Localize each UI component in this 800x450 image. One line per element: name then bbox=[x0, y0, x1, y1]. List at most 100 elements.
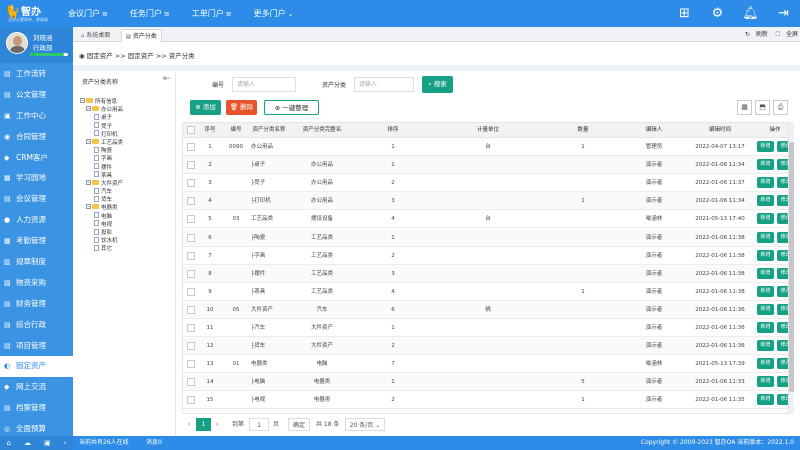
bell-icon[interactable]: 🔔︎ bbox=[734, 0, 767, 27]
fullscreen-button[interactable]: ⛶ 全屏 bbox=[776, 31, 798, 38]
table-row[interactable]: 16 ├投影电器类3 演示者2022-01-06 11:35新增修改 bbox=[183, 409, 788, 413]
expand-toggle-icon[interactable]: − bbox=[86, 138, 91, 144]
refresh-button[interactable]: ↻ 刷新 bbox=[745, 31, 768, 38]
table-row[interactable]: 8 ├摆件 工艺品类 3 演示者 2022-01-06 11:38 新增修改 bbox=[183, 264, 788, 283]
sidebar-item[interactable]: ▤ 工作流转 bbox=[0, 64, 73, 85]
row-checkbox[interactable] bbox=[187, 360, 195, 369]
row-add-button[interactable]: 新增 bbox=[757, 249, 774, 261]
tree-node[interactable]: 货车 bbox=[80, 195, 174, 204]
row-add-button[interactable]: 新增 bbox=[757, 340, 774, 352]
tab-desktop[interactable]: ⌂ 系统桌面 bbox=[77, 29, 114, 42]
sidebar-item[interactable]: ▤ 财务管理 bbox=[0, 294, 73, 315]
logout-icon[interactable]: ⇥ bbox=[767, 0, 800, 27]
sidebar-item[interactable]: ▤ 项目管理 bbox=[0, 336, 73, 357]
top-nav-item[interactable]: 会议门户 ≡ bbox=[68, 0, 108, 27]
row-add-button[interactable]: 新增 bbox=[757, 195, 774, 207]
tree-node[interactable]: − 所有信息 bbox=[80, 98, 174, 106]
per-page-select[interactable]: 20 条/页 ⌄ bbox=[345, 418, 385, 431]
sidebar-item[interactable]: ▦ 考勤管理 bbox=[0, 231, 73, 252]
home-icon[interactable]: ⌂ bbox=[7, 436, 11, 450]
table-row[interactable]: 1 0090 办公用品 1 台 1 管理员 2022-04-07 13:17 新增修改 bbox=[183, 138, 788, 157]
row-checkbox[interactable] bbox=[187, 143, 195, 151]
row-add-button[interactable]: 新增 bbox=[757, 303, 774, 315]
expand-toggle-icon[interactable]: − bbox=[86, 204, 91, 210]
settings-icon[interactable]: ⚙ bbox=[701, 0, 734, 27]
row-checkbox[interactable] bbox=[187, 269, 195, 278]
table-row[interactable]: 5 03 工艺品类 摆设设备 4 台 喻涵林 2021-05-13 17:40 新增修改 bbox=[183, 210, 788, 229]
search-button[interactable]: ⌕ 搜索 bbox=[422, 76, 453, 93]
table-row[interactable]: 15├电视电器类21演示者2022-01-06 11:35新增修改 bbox=[183, 391, 788, 410]
tree-collapse-icon[interactable]: ⇤ bbox=[163, 74, 171, 84]
table-scrollbar[interactable] bbox=[789, 122, 794, 414]
row-add-button[interactable]: 新增 bbox=[757, 159, 774, 171]
goto-page-input[interactable]: 1 bbox=[249, 418, 269, 431]
sidebar-item[interactable]: ◆ CRM客户 bbox=[0, 148, 73, 169]
row-checkbox[interactable] bbox=[187, 161, 195, 170]
row-checkbox[interactable] bbox=[187, 305, 195, 314]
sidebar-item[interactable]: ▤ 公文管理 bbox=[0, 85, 73, 106]
avatar[interactable] bbox=[6, 32, 28, 54]
sidebar-item[interactable]: ▤ 会议管理 bbox=[0, 189, 73, 210]
message-count[interactable]: 消息0 bbox=[146, 436, 162, 450]
print-icon[interactable]: ⎙ bbox=[773, 100, 788, 115]
batch-organize-button[interactable]: ⊕ 一键整理 bbox=[264, 100, 319, 115]
sidebar-item[interactable]: ● 人力资源 bbox=[0, 210, 73, 231]
row-add-button[interactable]: 新增 bbox=[757, 376, 774, 388]
sidebar-item[interactable]: ◉ 合同管理 bbox=[0, 127, 73, 148]
code-input[interactable] bbox=[232, 77, 296, 92]
sidebar-item[interactable]: ▦ 学习园地 bbox=[0, 168, 73, 189]
row-edit-button[interactable]: 修改 bbox=[777, 394, 788, 406]
app-logo[interactable]: 🐈 智办 让办公更简单，更高效 bbox=[4, 3, 72, 25]
current-page[interactable]: 1 bbox=[196, 418, 211, 431]
user-panel[interactable]: 刘晓涵 行政部 bbox=[0, 27, 73, 63]
row-checkbox[interactable] bbox=[187, 215, 195, 224]
row-edit-button[interactable]: 修改 bbox=[777, 231, 788, 243]
apps-icon[interactable]: ⊞ bbox=[668, 0, 701, 27]
row-edit-button[interactable]: 修改 bbox=[777, 285, 788, 297]
table-row[interactable]: 7 ├字画 工艺品类 2 演示者 2022-01-06 11:38 新增修改 bbox=[183, 246, 788, 265]
collapse-icon[interactable]: ‹ bbox=[64, 436, 67, 450]
row-checkbox[interactable] bbox=[187, 287, 195, 296]
row-edit-button[interactable]: 修改 bbox=[777, 141, 788, 152]
row-add-button[interactable]: 新增 bbox=[757, 394, 774, 406]
sidebar-item[interactable]: ▤ 综合行政 bbox=[0, 315, 73, 336]
goto-confirm-button[interactable]: 确定 bbox=[288, 418, 310, 431]
row-edit-button[interactable]: 修改 bbox=[777, 249, 788, 261]
row-edit-button[interactable]: 修改 bbox=[777, 412, 788, 413]
row-add-button[interactable]: 新增 bbox=[757, 141, 774, 152]
row-checkbox[interactable] bbox=[187, 179, 195, 188]
table-row[interactable]: 13 01 电器类 电脑 7 喻涵林 2021-05-13 17:39 新增修改 bbox=[183, 355, 788, 374]
row-edit-button[interactable]: 修改 bbox=[777, 267, 788, 279]
category-input[interactable] bbox=[354, 77, 414, 92]
select-all-checkbox[interactable] bbox=[187, 126, 195, 134]
row-edit-button[interactable]: 修改 bbox=[777, 159, 788, 171]
expand-toggle-icon[interactable]: − bbox=[86, 179, 91, 185]
add-button[interactable]: ⊕ 添加 bbox=[190, 100, 221, 115]
sidebar-item[interactable]: ◐ 固定资产 bbox=[0, 356, 73, 378]
row-add-button[interactable]: 新增 bbox=[757, 177, 774, 189]
row-edit-button[interactable]: 修改 bbox=[777, 340, 788, 352]
table-row[interactable]: 4 ├打印机 办公用品 3 1 演示者 2022-01-06 11:34 新增修改 bbox=[183, 192, 788, 211]
top-nav-item[interactable]: 任务门户 ≡ bbox=[130, 0, 170, 27]
top-nav-item[interactable]: 工单门户 ≡ bbox=[192, 0, 232, 27]
tree-node[interactable]: 其它 bbox=[80, 244, 174, 253]
row-add-button[interactable]: 新增 bbox=[757, 213, 774, 225]
row-edit-button[interactable]: 修改 bbox=[777, 177, 788, 189]
row-add-button[interactable]: 新增 bbox=[757, 412, 774, 413]
row-edit-button[interactable]: 修改 bbox=[777, 322, 788, 333]
row-add-button[interactable]: 新增 bbox=[757, 358, 774, 370]
row-edit-button[interactable]: 修改 bbox=[777, 195, 788, 207]
row-add-button[interactable]: 新增 bbox=[757, 231, 774, 243]
prev-page-icon[interactable]: ‹ bbox=[188, 418, 190, 431]
row-add-button[interactable]: 新增 bbox=[757, 285, 774, 297]
expand-toggle-icon[interactable]: − bbox=[80, 98, 85, 103]
row-add-button[interactable]: 新增 bbox=[757, 322, 774, 333]
table-row[interactable]: 2 ├桌子 办公用品 1 演示者 2022-01-06 11:34 新增修改 bbox=[183, 156, 788, 175]
row-checkbox[interactable] bbox=[187, 251, 195, 260]
row-checkbox[interactable] bbox=[187, 324, 195, 332]
row-edit-button[interactable]: 修改 bbox=[777, 213, 788, 225]
columns-icon[interactable]: ▦ bbox=[737, 100, 752, 115]
row-checkbox[interactable] bbox=[187, 233, 195, 242]
sidebar-item[interactable]: ▣ 工作中心 bbox=[0, 106, 73, 127]
next-page-icon[interactable]: › bbox=[216, 418, 218, 431]
